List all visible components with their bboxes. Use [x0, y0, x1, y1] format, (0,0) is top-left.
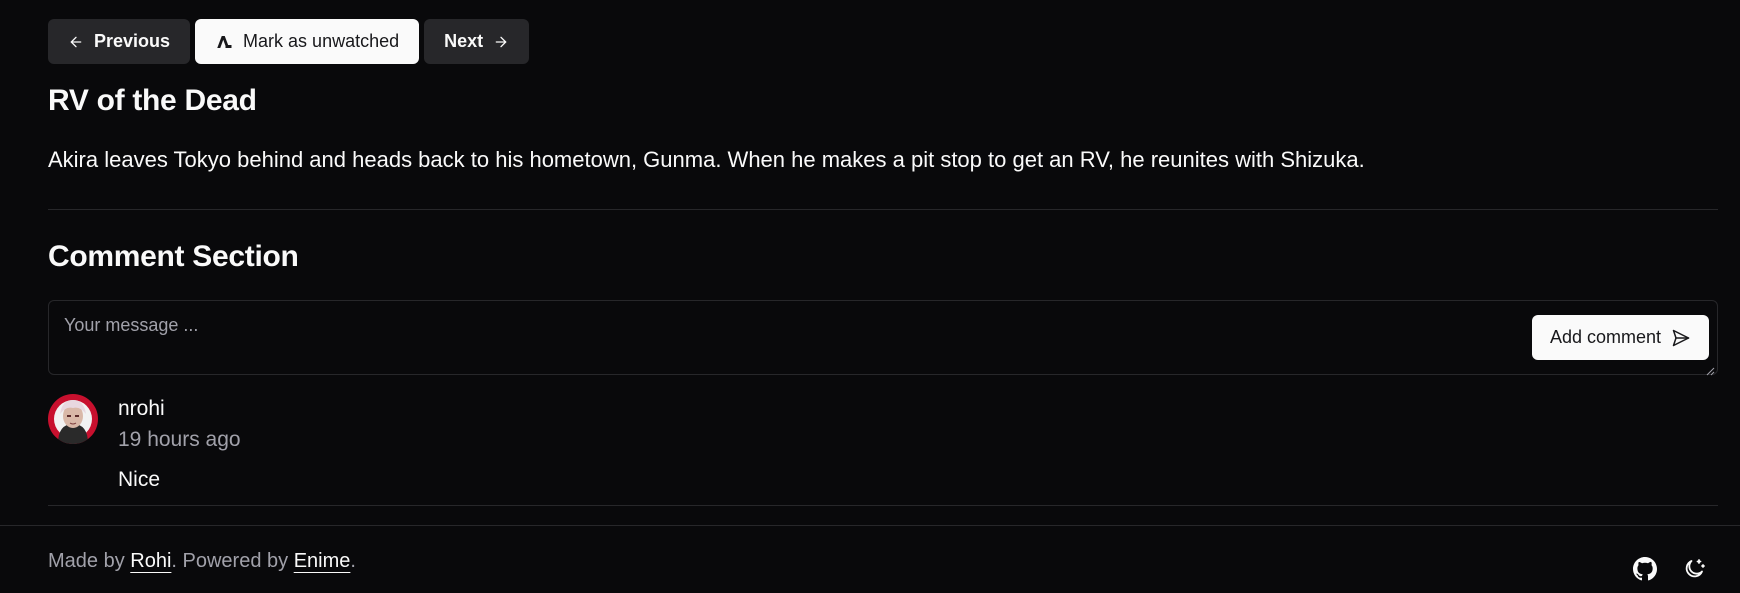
comment-input[interactable] [64, 315, 1384, 355]
episode-nav: Previous Mark as unwatched Next [48, 19, 530, 64]
next-label: Next [444, 31, 484, 51]
avatar[interactable] [48, 394, 98, 444]
previous-label: Previous [94, 31, 171, 51]
arrow-left-icon [68, 34, 84, 50]
footer-suffix: . [350, 550, 356, 572]
episode-page: Previous Mark as unwatched Next RV of th… [0, 0, 1740, 593]
powered-by-text: . Powered by [171, 550, 294, 572]
rohi-link[interactable]: Rohi [130, 550, 171, 572]
comment-body: Nice [118, 468, 161, 491]
moon-stars-icon[interactable] [1682, 557, 1706, 581]
comment-section-heading: Comment Section [48, 240, 299, 273]
anilist-icon [215, 34, 233, 50]
enime-link[interactable]: Enime [294, 550, 351, 572]
mark-unwatched-label: Mark as unwatched [243, 31, 400, 51]
episode-description: Akira leaves Tokyo behind and heads back… [48, 147, 1365, 172]
comment-author: nrohi [118, 397, 165, 420]
next-button[interactable]: Next [424, 19, 530, 64]
previous-button[interactable]: Previous [48, 19, 191, 64]
add-comment-button[interactable]: Add comment [1531, 315, 1709, 360]
github-icon[interactable] [1633, 557, 1657, 581]
episode-title: RV of the Dead [48, 84, 257, 117]
divider [48, 505, 1718, 506]
send-icon [1671, 328, 1691, 348]
arrow-right-icon [493, 34, 509, 50]
resize-handle-icon[interactable] [1706, 363, 1715, 376]
footer-credits: Made by Rohi. Powered by Enime. [48, 550, 356, 573]
divider [48, 209, 1718, 210]
comment-timestamp: 19 hours ago [118, 428, 241, 451]
made-by-text: Made by [48, 550, 131, 572]
add-comment-label: Add comment [1549, 327, 1661, 347]
footer-divider [0, 525, 1740, 526]
mark-unwatched-button[interactable]: Mark as unwatched [195, 19, 420, 64]
comment-form: Add comment [48, 300, 1718, 376]
